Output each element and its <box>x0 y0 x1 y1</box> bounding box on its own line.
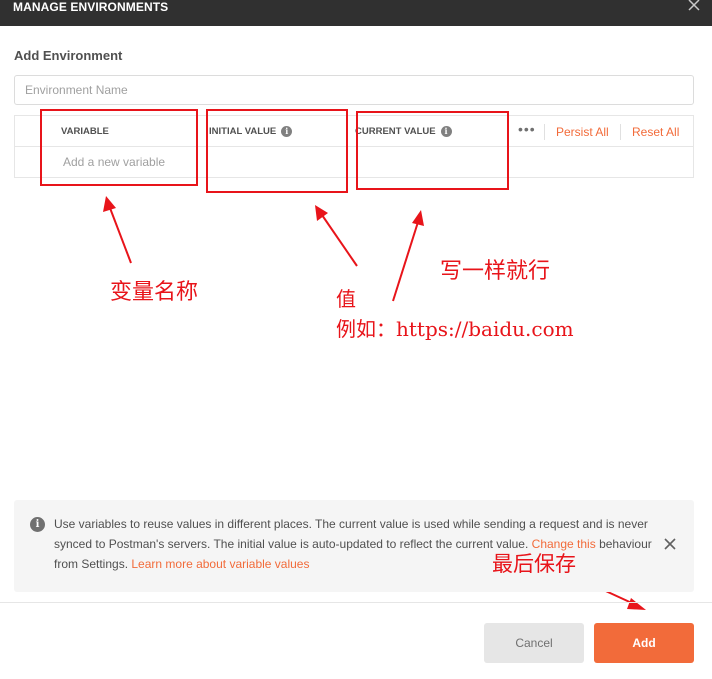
annotation-save: 最后保存 <box>492 552 576 576</box>
annotation-variable-name: 变量名称 <box>110 280 199 305</box>
add-button[interactable]: Add <box>594 623 694 663</box>
cancel-button[interactable]: Cancel <box>484 623 584 663</box>
annotation-same: 写一样就行 <box>440 259 551 284</box>
annotation-value-example: 例如：https://baidu.com <box>336 317 574 341</box>
annotation-value: 值 <box>336 287 356 311</box>
info-icon: i <box>30 517 45 532</box>
learn-more-link[interactable]: Learn more about variable values <box>131 557 309 571</box>
dismiss-icon[interactable] <box>664 538 676 550</box>
footer-divider <box>0 602 712 603</box>
info-panel: i Use variables to reuse values in diffe… <box>14 500 694 592</box>
